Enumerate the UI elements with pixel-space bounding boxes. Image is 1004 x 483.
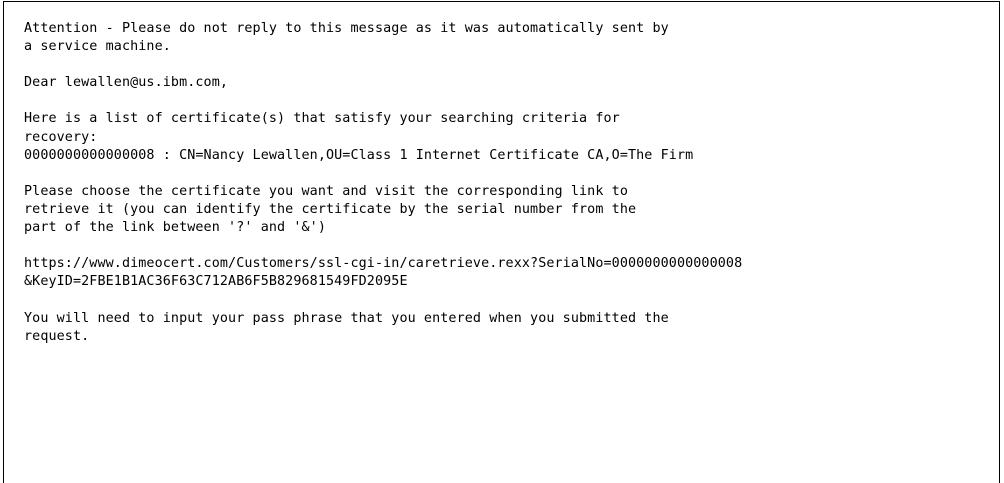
instruction-line-continued: retrieve it (you can identify the certif… [24,201,637,217]
closing-line: You will need to input your pass phrase … [24,310,669,326]
certificate-entry: 0000000000000008 : CN=Nancy Lewallen,OU=… [24,147,694,163]
intro-line-continued: recovery: [24,129,98,145]
greeting: Dear lewallen@us.ibm.com, [24,75,229,91]
retrieve-link-continued[interactable]: &KeyID=2FBE1B1AC36F63C712AB6F5B829681549… [24,273,993,291]
attention-line: Attention - Please do not reply to this … [24,21,669,36]
closing-line-continued: request. [24,328,90,344]
attention-line-continued: a service machine. [24,39,171,55]
retrieve-link[interactable]: https://www.dimeocert.com/Customers/ssl-… [24,255,993,273]
email-message-body: Attention - Please do not reply to this … [24,20,993,346]
intro-line: Here is a list of certificate(s) that sa… [24,111,620,127]
instruction-line: Please choose the certificate you want a… [24,183,628,199]
email-message-frame: Attention - Please do not reply to this … [3,1,1000,483]
instruction-line-final: part of the link between '?' and '&') [24,220,326,236]
